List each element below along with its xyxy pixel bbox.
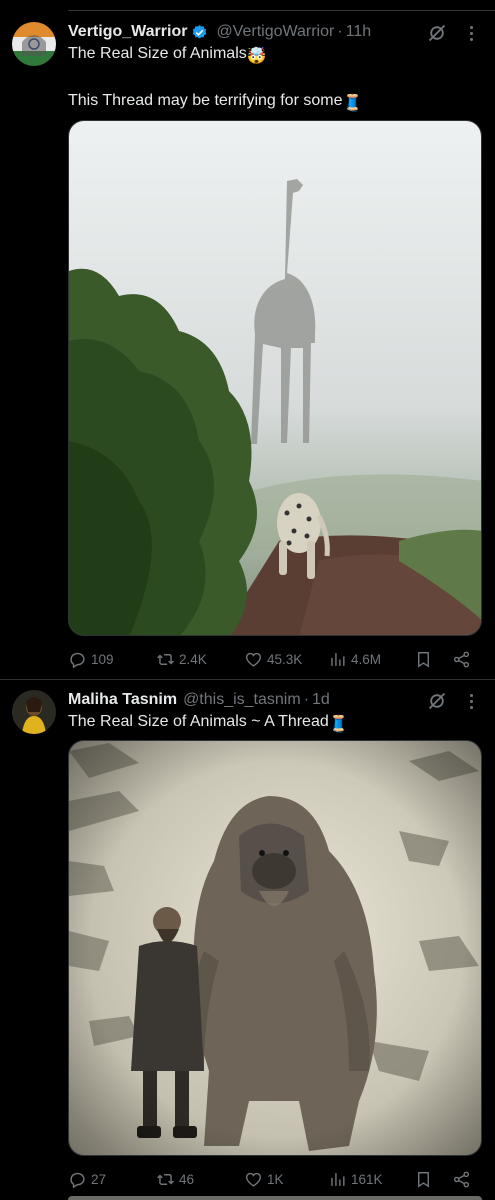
reply-count: 109 xyxy=(91,651,114,667)
views-button[interactable]: 4.6M xyxy=(328,648,381,670)
more-options-icon[interactable] xyxy=(461,23,481,43)
repost-button[interactable]: 2.4K xyxy=(156,648,207,670)
reply-button[interactable]: 27 xyxy=(68,1168,106,1190)
repost-count: 46 xyxy=(179,1171,195,1187)
views-icon xyxy=(331,652,345,666)
thread-spool-emoji: 🧵 xyxy=(328,716,349,733)
tweet-header: Vertigo_Warrior @VertigoWarrior · 11h xyxy=(68,21,425,43)
giraffe-leopard-fog-photo xyxy=(69,121,481,635)
handle[interactable]: @VertigoWarrior xyxy=(216,23,334,41)
more-options-icon[interactable] xyxy=(461,691,481,711)
repost-count: 2.4K xyxy=(179,651,207,667)
share-icon xyxy=(453,1171,470,1187)
thread-spool-emoji: 🧵 xyxy=(342,95,363,112)
handle[interactable]: @this_is_tasnim xyxy=(183,691,301,709)
avatar[interactable] xyxy=(12,690,56,734)
tweet-header: Maliha Tasnim @this_is_tasnim · 1d xyxy=(68,689,425,711)
bookmark-button[interactable] xyxy=(414,1168,433,1190)
tweet-text-line1: The Real Size of Animals ~ A Thread🧵 xyxy=(68,711,481,736)
avatar[interactable] xyxy=(12,22,56,66)
like-button[interactable]: 45.3K xyxy=(244,648,302,670)
grok-icon[interactable] xyxy=(427,691,447,711)
reply-icon xyxy=(70,1172,85,1188)
repost-icon xyxy=(157,1173,174,1185)
timestamp[interactable]: 1d xyxy=(312,691,330,709)
tweet-image-giant-ape[interactable] xyxy=(68,740,482,1156)
like-button[interactable]: 1K xyxy=(244,1168,284,1190)
tweet-text: The Real Size of Animals ~ A Thread xyxy=(68,713,329,730)
reply-count: 27 xyxy=(91,1171,107,1187)
tweet-image-giraffe-leopard[interactable] xyxy=(68,120,482,636)
like-count: 45.3K xyxy=(267,651,303,667)
reply-button[interactable]: 109 xyxy=(68,648,114,670)
repost-icon xyxy=(157,653,174,665)
share-icon xyxy=(453,651,470,667)
tweet-text: This Thread may be terrifying for some xyxy=(68,92,343,109)
tweet-text: The Real Size of Animals xyxy=(68,45,247,62)
reply-icon xyxy=(70,652,85,668)
share-button[interactable] xyxy=(452,1168,471,1190)
display-name[interactable]: Maliha Tasnim xyxy=(68,691,177,709)
views-icon xyxy=(331,1172,345,1186)
views-count: 161K xyxy=(351,1171,383,1187)
repost-button[interactable]: 46 xyxy=(156,1168,194,1190)
views-button[interactable]: 161K xyxy=(328,1168,383,1190)
like-count: 1K xyxy=(267,1171,284,1187)
giant-ape-man-snow-photo xyxy=(69,741,481,1155)
display-name[interactable]: Vertigo_Warrior xyxy=(68,23,187,41)
exploding-head-emoji: 🤯 xyxy=(246,48,267,65)
share-button[interactable] xyxy=(452,648,471,670)
heart-icon xyxy=(245,652,262,667)
tweet-text-line2: This Thread may be terrifying for some🧵 xyxy=(68,90,481,115)
heart-icon xyxy=(245,1172,262,1187)
tweet-2[interactable]: Maliha Tasnim @this_is_tasnim · 1d The R… xyxy=(0,680,495,1200)
tweet-actions: 109 2.4K 45.3K 4.6M xyxy=(68,648,481,670)
tweet-text-line1: The Real Size of Animals🤯 xyxy=(68,43,481,68)
tweet-actions: 27 46 1K 161K xyxy=(68,1168,481,1190)
next-tweet-image-peek[interactable] xyxy=(68,1196,482,1200)
separator-dot: · xyxy=(337,23,343,40)
bookmark-button[interactable] xyxy=(414,648,433,670)
bookmark-icon xyxy=(418,651,429,668)
verified-badge-icon xyxy=(193,24,207,39)
timestamp[interactable]: 11h xyxy=(346,23,372,41)
separator-dot: · xyxy=(303,691,310,708)
grok-icon[interactable] xyxy=(427,23,447,43)
views-count: 4.6M xyxy=(351,651,382,667)
tweet-1[interactable]: Vertigo_Warrior @VertigoWarrior · 11h Th… xyxy=(0,0,495,680)
bookmark-icon xyxy=(418,1171,429,1188)
